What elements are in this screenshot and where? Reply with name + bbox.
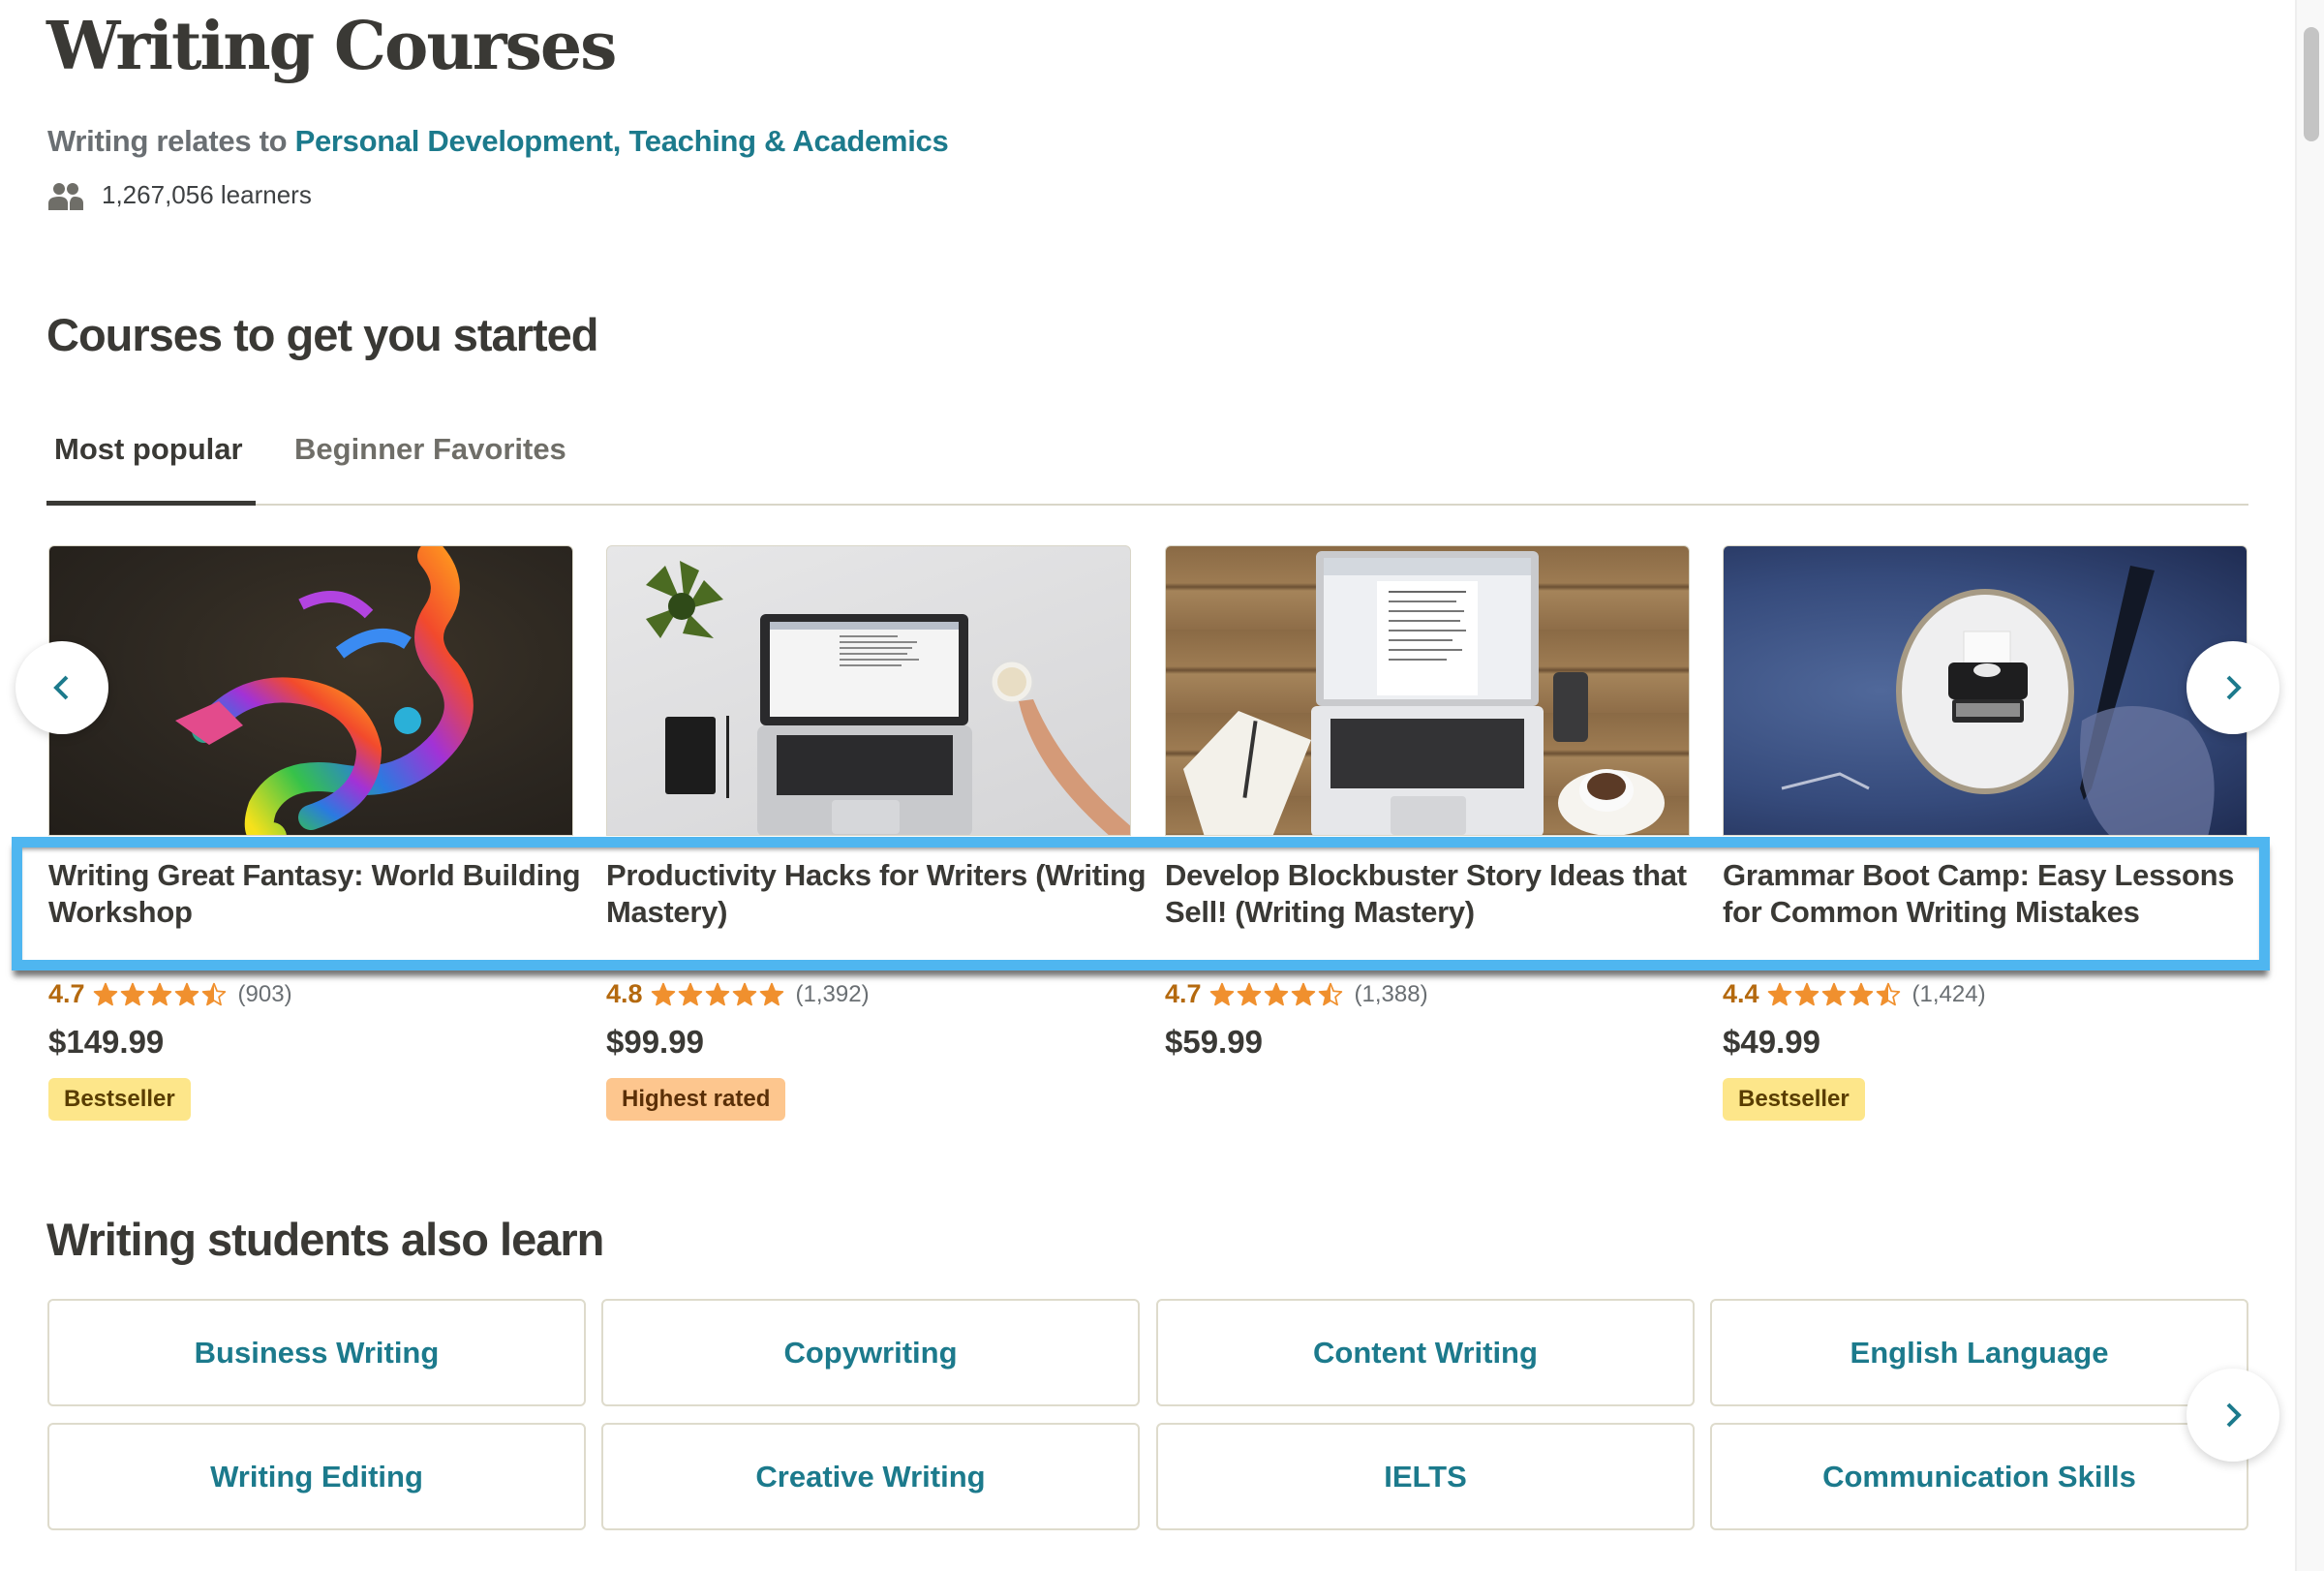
star-full-icon — [174, 982, 199, 1005]
highest-rated-badge: Highest rated — [606, 1078, 786, 1121]
star-full-icon — [1264, 982, 1288, 1005]
review-count: (1,388) — [1354, 980, 1428, 1007]
star-full-icon — [651, 982, 675, 1005]
learners-count: 1,267,056 learners — [47, 180, 312, 210]
star-full-icon — [1291, 982, 1315, 1005]
topic-ielts[interactable]: IELTS — [1156, 1423, 1695, 1530]
carousel-next-button[interactable] — [2186, 641, 2279, 734]
course-image-typewriter[interactable] — [1723, 545, 2248, 836]
rating-row: 4.8 (1,392) — [606, 979, 870, 1009]
laptop-desk-illustration — [646, 561, 1130, 835]
star-full-icon — [1767, 982, 1791, 1005]
star-full-icon — [705, 982, 729, 1005]
rating-row: 4.7 (903) — [48, 979, 292, 1009]
star-full-icon — [1849, 982, 1873, 1005]
course-title[interactable]: Grammar Boot Camp: Easy Lessons for Comm… — [1723, 857, 2265, 931]
star-rating — [93, 982, 229, 1007]
star-full-icon — [147, 982, 171, 1005]
rating-value: 4.4 — [1723, 979, 1759, 1008]
star-full-icon — [93, 982, 117, 1005]
course-title[interactable]: Writing Great Fantasy: World Building Wo… — [48, 857, 591, 931]
typewriter-illustration — [1781, 566, 2215, 835]
page-title: Writing Courses — [46, 8, 617, 85]
course-title[interactable]: Productivity Hacks for Writers (Writing … — [606, 857, 1148, 931]
category-separator: , — [612, 124, 629, 158]
star-full-icon — [678, 982, 702, 1005]
course-price: $149.99 — [48, 1024, 165, 1060]
chevron-right-icon — [2226, 675, 2242, 700]
course-title[interactable]: Develop Blockbuster Story Ideas that Sel… — [1165, 857, 1707, 931]
course-price: $59.99 — [1165, 1024, 1263, 1060]
related-categories: Writing relates to Personal Development,… — [47, 124, 949, 159]
also-learn-title: Writing students also learn — [46, 1214, 604, 1265]
star-full-icon — [1821, 982, 1846, 1005]
course-price: $99.99 — [606, 1024, 704, 1060]
topic-english-language[interactable]: English Language — [1710, 1299, 2248, 1406]
tab-most-popular[interactable]: Most popular — [46, 426, 256, 506]
star-half-icon — [201, 982, 226, 1005]
vertical-scrollbar[interactable] — [2295, 0, 2324, 1571]
topics-next-button[interactable] — [2186, 1369, 2279, 1462]
dragon-illustration — [175, 546, 474, 835]
review-count: (1,392) — [795, 980, 870, 1007]
star-full-icon — [1794, 982, 1819, 1005]
course-card[interactable]: Writing Great Fantasy: World Building Wo… — [48, 545, 581, 1121]
rating-value: 4.7 — [1165, 979, 1202, 1008]
scrollbar-thumb[interactable] — [2304, 27, 2319, 141]
review-count: (903) — [237, 980, 292, 1007]
rating-value: 4.8 — [606, 979, 643, 1008]
star-half-icon — [1318, 982, 1342, 1005]
course-price: $49.99 — [1723, 1024, 1820, 1060]
rating-row: 4.4 (1,424) — [1723, 979, 1986, 1009]
topic-content-writing[interactable]: Content Writing — [1156, 1299, 1695, 1406]
star-half-icon — [1876, 982, 1900, 1005]
course-image-laptop-desk[interactable] — [606, 545, 1131, 836]
star-rating — [1767, 982, 1903, 1007]
topic-communication-skills[interactable]: Communication Skills — [1710, 1423, 2248, 1530]
tab-beginner-favorites[interactable]: Beginner Favorites — [294, 426, 566, 506]
course-image-laptop-wood[interactable] — [1165, 545, 1690, 836]
course-image-dragon[interactable] — [48, 545, 573, 836]
relates-prefix: Writing relates to — [47, 124, 288, 158]
star-rating — [651, 982, 786, 1007]
star-full-icon — [732, 982, 756, 1005]
course-tabs: Most popular Beginner Favorites — [46, 426, 2248, 506]
bestseller-badge: Bestseller — [48, 1078, 191, 1121]
category-link-personal-development[interactable]: Personal Development — [295, 124, 614, 158]
review-count: (1,424) — [1911, 980, 1986, 1007]
topic-creative-writing[interactable]: Creative Writing — [601, 1423, 1140, 1530]
laptop-wood-illustration — [1183, 551, 1665, 835]
learners-text: 1,267,056 learners — [102, 180, 312, 209]
chevron-right-icon — [2226, 1402, 2242, 1428]
topic-business-writing[interactable]: Business Writing — [47, 1299, 586, 1406]
category-link-teaching-academics[interactable]: Teaching & Academics — [628, 124, 948, 158]
star-rating — [1209, 982, 1345, 1007]
topic-writing-editing[interactable]: Writing Editing — [47, 1423, 586, 1530]
people-icon — [48, 182, 83, 210]
topic-copywriting[interactable]: Copywriting — [601, 1299, 1140, 1406]
bestseller-badge: Bestseller — [1723, 1078, 1865, 1121]
chevron-left-icon — [53, 675, 69, 700]
course-card[interactable]: Productivity Hacks for Writers (Writing … — [606, 545, 1147, 1121]
star-full-icon — [1209, 982, 1234, 1005]
rating-value: 4.7 — [48, 979, 85, 1008]
star-full-icon — [759, 982, 783, 1005]
course-card[interactable]: Grammar Boot Camp: Easy Lessons for Comm… — [1723, 545, 2248, 1121]
course-card[interactable]: Develop Blockbuster Story Ideas that Sel… — [1165, 545, 1690, 1060]
rating-row: 4.7 (1,388) — [1165, 979, 1428, 1009]
star-full-icon — [1237, 982, 1261, 1005]
star-full-icon — [120, 982, 144, 1005]
courses-section-title: Courses to get you started — [46, 309, 598, 360]
carousel-prev-button[interactable] — [15, 641, 108, 734]
